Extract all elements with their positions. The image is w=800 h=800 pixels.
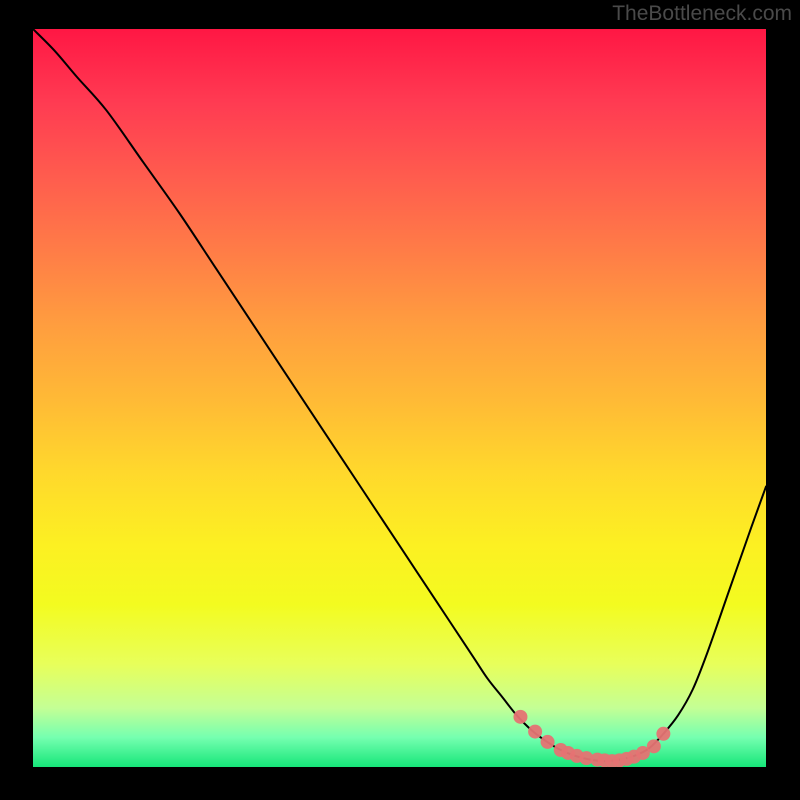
valley-dot (656, 727, 670, 741)
chart-plot-area (33, 29, 766, 767)
valley-dot (541, 735, 555, 749)
valley-dot (647, 739, 661, 753)
valley-dot (528, 725, 542, 739)
curve-dots (513, 710, 670, 767)
bottleneck-curve (33, 29, 766, 761)
watermark-text: TheBottleneck.com (612, 2, 792, 26)
chart-svg (33, 29, 766, 767)
valley-dot (513, 710, 527, 724)
